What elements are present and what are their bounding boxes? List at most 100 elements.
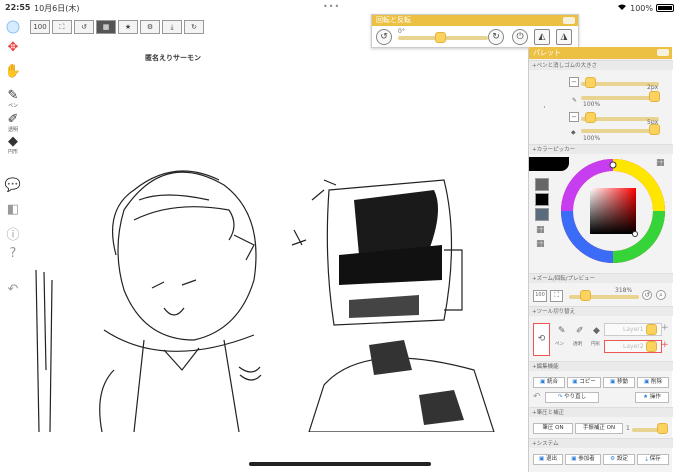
eraser-icon: ◆ — [571, 129, 576, 136]
eraser-opacity-value: 100% — [583, 135, 601, 142]
palette-title: パレット — [533, 49, 561, 57]
eraser-minus-button[interactable]: − — [569, 112, 579, 122]
settings-button[interactable]: ⚙ 設定 — [603, 454, 635, 465]
flip-vertical-icon[interactable]: ◮ — [556, 29, 572, 45]
wifi-icon — [617, 3, 627, 13]
fit-screen-icon[interactable]: ⛶ — [52, 20, 72, 34]
rotate-panel-header: 回転と反転 — [372, 15, 578, 26]
hand-icon[interactable]: ✋ — [2, 64, 24, 79]
zoom-knob[interactable] — [580, 290, 591, 301]
rotate-panel-close[interactable] — [563, 17, 575, 24]
grid-swatch-icon-2[interactable]: ▦ — [536, 239, 545, 249]
stabilizer-knob[interactable] — [657, 423, 668, 434]
section-stabilizer[interactable]: +筆圧と補正 — [529, 407, 673, 417]
status-time: 22:55 — [5, 3, 31, 12]
move-label: 移動 — [616, 379, 628, 385]
section-tool-switch[interactable]: +ツール切り替え — [529, 306, 673, 316]
shape-tool-label: 円形 — [7, 149, 18, 155]
rotate-reset-icon[interactable]: ↺ — [74, 20, 94, 34]
pen-icon: ✎ — [572, 97, 578, 104]
pen-opacity-knob[interactable] — [649, 91, 660, 102]
battery-percent: 100% — [630, 3, 653, 13]
merge-button[interactable]: ▣ 統合 — [533, 377, 565, 388]
zoom-100-box[interactable]: 100 — [533, 290, 547, 302]
pen-opacity-slider[interactable] — [581, 96, 659, 100]
move-button[interactable]: ▣ 移動 — [603, 377, 635, 388]
eraser-size-knob[interactable] — [585, 112, 596, 123]
participants-button[interactable]: ▣ 参加者 — [565, 454, 601, 465]
color-circle-icon[interactable] — [2, 20, 24, 38]
gear-icon[interactable]: ⚙ — [140, 20, 160, 34]
layer1-opacity-knob[interactable] — [646, 324, 657, 335]
zoom-100-button[interactable]: 100 — [30, 20, 50, 34]
redo-button[interactable]: ↷ やり直し — [545, 392, 599, 403]
pen-tool[interactable]: ✎ ペン — [2, 88, 24, 109]
drawing-canvas[interactable] — [24, 40, 529, 432]
pen-opacity-value: 100% — [583, 101, 601, 108]
section-color-picker[interactable]: +カラーピッカー — [529, 144, 673, 154]
transparent-tool[interactable]: ✐ 透明 — [2, 112, 24, 133]
zoom-reset-icon[interactable]: ↺ — [642, 290, 652, 300]
section-pen-size[interactable]: +ペンと消しゴムの大きさ — [529, 60, 673, 70]
tool-pen-icon[interactable]: ✎ — [558, 326, 566, 336]
exit-button[interactable]: ▣ 退出 — [533, 454, 563, 465]
layer2-add-icon[interactable]: + — [661, 340, 669, 350]
layer2-opacity-knob[interactable] — [646, 341, 657, 352]
color-wheel[interactable] — [559, 157, 667, 265]
undo-arrow-icon[interactable]: ↶ — [533, 392, 541, 402]
flip-horizontal-icon[interactable]: ◭ — [534, 29, 550, 45]
pen-size-knob[interactable] — [585, 77, 596, 88]
multitask-dots-icon[interactable]: ••• — [323, 2, 340, 11]
home-indicator[interactable] — [249, 462, 431, 466]
pen-minus-button[interactable]: − — [569, 77, 579, 87]
chat-icon[interactable]: 💬 — [2, 178, 24, 193]
favorite-icon[interactable]: ★ — [118, 20, 138, 34]
stabilizer-toggle[interactable]: 手振補正 ON — [575, 423, 623, 434]
eraser-opacity-knob[interactable] — [649, 124, 660, 135]
operation-button[interactable]: ★ 操作 — [635, 392, 669, 403]
participants-label: 参加者 — [578, 456, 595, 462]
pressure-toggle[interactable]: 筆圧 ON — [533, 423, 573, 434]
rotate-reset-button[interactable]: ↺ — [376, 29, 392, 45]
undo-history-button[interactable]: ⟲ — [533, 323, 550, 356]
pen-size-value: 2px — [647, 84, 659, 91]
move-cross-icon[interactable]: ✥ — [2, 40, 24, 55]
layer-icon[interactable]: ◧ — [2, 202, 24, 217]
transparent-tool-label: 透明 — [7, 127, 18, 133]
eraser-opacity-slider[interactable] — [581, 129, 659, 133]
palette-close[interactable] — [657, 49, 669, 56]
zoom-value: 318% — [615, 287, 633, 294]
swatch-black[interactable] — [535, 193, 549, 206]
tool-shape-label: 円形 — [591, 342, 600, 347]
undo-icon[interactable]: ↶ — [2, 282, 24, 297]
grid-swatch-icon[interactable]: ▦ — [536, 225, 545, 235]
tool-transparent-icon[interactable]: ✐ — [576, 326, 584, 336]
layer1-add-icon[interactable]: + — [661, 323, 669, 333]
status-date: 10月6日(木) — [34, 4, 80, 13]
copy-button[interactable]: ▣ コピー — [567, 377, 601, 388]
download-icon[interactable]: ⤓ — [162, 20, 182, 34]
delete-button[interactable]: ▣ 削除 — [637, 377, 669, 388]
save-button[interactable]: ⤓ 保存 — [637, 454, 669, 465]
fit-icon[interactable]: ⛶ — [550, 290, 563, 302]
pen-tool-label: ペン — [7, 103, 18, 109]
section-zoom[interactable]: +ズーム/回転/プレビュー — [529, 273, 673, 283]
refresh-icon[interactable]: ↻ — [184, 20, 204, 34]
swatch-slate[interactable] — [535, 208, 549, 221]
section-system[interactable]: +システム — [529, 438, 673, 448]
top-toolbar: 100 ⛶ ↺ ▦ ★ ⚙ ⤓ ↻ — [30, 20, 204, 34]
tool-shape-icon[interactable]: ◆ — [593, 326, 600, 336]
rotate-slider-knob[interactable] — [435, 32, 446, 43]
section-edit[interactable]: +編集機能 — [529, 361, 673, 371]
rotate-panel-body: ↺ 0° ↻ ⏻ ◭ ◮ — [372, 26, 578, 48]
help-icon[interactable]: ? — [2, 246, 24, 261]
rotate-flip-panel: 回転と反転 ↺ 0° ↻ ⏻ ◭ ◮ — [371, 14, 579, 48]
power-icon[interactable]: ⏻ — [512, 29, 528, 45]
tool-transparent-label: 透明 — [573, 342, 582, 347]
layer-view-icon[interactable]: ▦ — [96, 20, 116, 34]
swatch-gray[interactable] — [535, 178, 549, 191]
rotate-left-button[interactable]: ↻ — [488, 29, 504, 45]
info-icon[interactable]: ⓘ — [2, 224, 24, 243]
shape-tool[interactable]: ◆ 円形 — [2, 134, 24, 155]
magnifier-icon[interactable]: ⌕ — [656, 290, 666, 300]
